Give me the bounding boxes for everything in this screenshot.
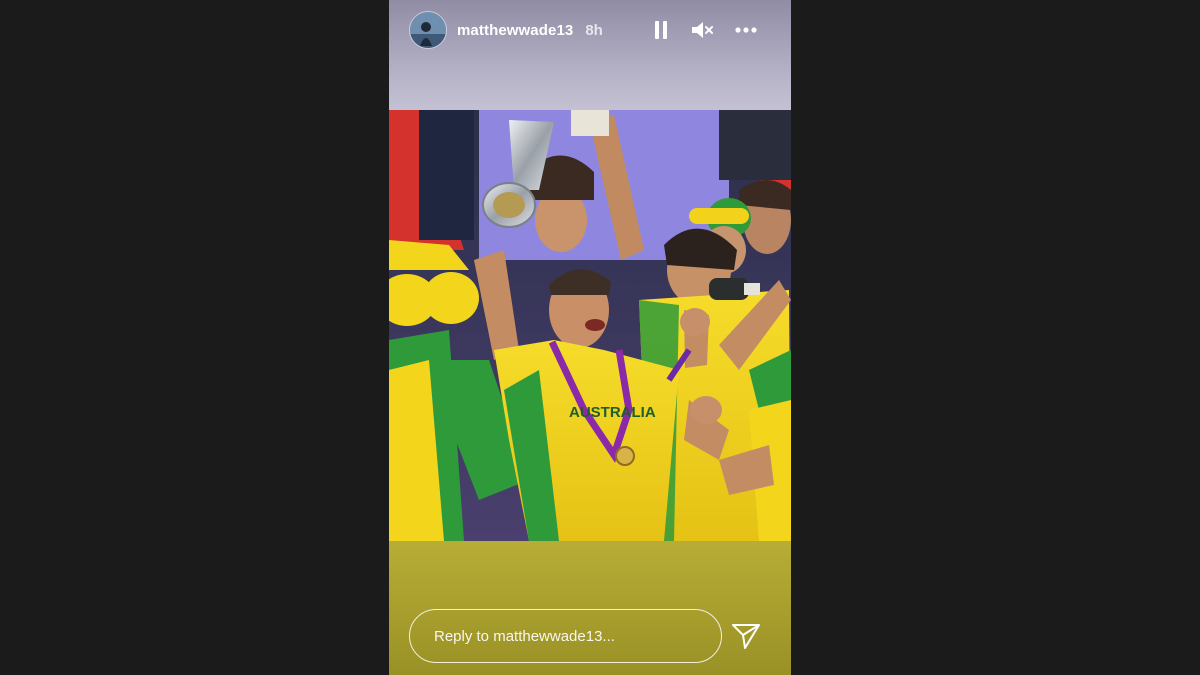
- more-horizontal-icon: [735, 27, 757, 33]
- viewport: AUSTRALIA matthewwade13 8h Reply to matt…: [0, 0, 1200, 675]
- story-time-ago: 8h: [585, 21, 603, 39]
- avatar-image: [410, 12, 446, 48]
- celebration-photo: AUSTRALIA: [389, 110, 791, 541]
- more-options-button[interactable]: [733, 18, 759, 42]
- avatar[interactable]: [409, 11, 447, 49]
- story-header: matthewwade13 8h: [389, 0, 791, 60]
- story-photo: AUSTRALIA: [389, 110, 791, 541]
- story-username[interactable]: matthewwade13: [457, 22, 573, 39]
- reply-field[interactable]: [409, 609, 722, 663]
- paper-plane-icon: [732, 624, 760, 649]
- send-button[interactable]: [730, 620, 762, 652]
- story-viewer[interactable]: AUSTRALIA matthewwade13 8h Reply to matt…: [389, 0, 791, 675]
- speaker-muted-icon: [692, 22, 713, 38]
- jersey-text: AUSTRALIA: [569, 404, 656, 421]
- pause-icon: [655, 21, 667, 39]
- mute-button[interactable]: [689, 18, 715, 42]
- reply-input[interactable]: [434, 627, 704, 645]
- pause-button[interactable]: [651, 18, 671, 42]
